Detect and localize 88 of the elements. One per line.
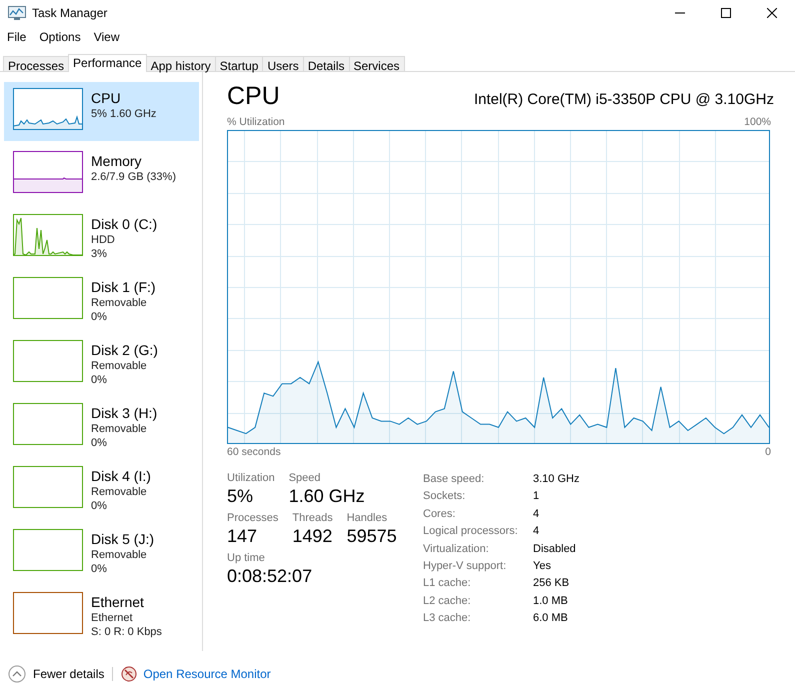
panel-title: CPU: [227, 82, 280, 111]
device-info: 5% 1.60 GHz: [91, 107, 156, 121]
sidebar-item[interactable]: Disk 1 (F:) Removable 0%: [4, 271, 199, 330]
spec-value: 256 KB: [533, 576, 570, 592]
spec-value: 3.10 GHz: [533, 472, 580, 487]
spec-label: L2 cache:: [423, 594, 472, 609]
tab[interactable]: App history: [146, 56, 216, 71]
spec-label: L1 cache:: [423, 576, 472, 592]
axis-label: % Utilization: [227, 116, 285, 128]
stat-value: 5%: [227, 485, 254, 508]
spec-label: Sockets:: [423, 489, 466, 504]
device-name: Disk 4 (I:): [91, 468, 151, 485]
device-info: Removable: [91, 359, 148, 373]
tab[interactable]: Performance: [68, 54, 147, 72]
menu-item[interactable]: Options: [38, 30, 82, 44]
menu-item[interactable]: View: [92, 30, 120, 44]
axis-label: 60 seconds: [227, 446, 281, 458]
sidebar-item[interactable]: Disk 5 (J:) Removable 0%: [4, 523, 199, 582]
spec-value: 6.0 MB: [533, 611, 569, 626]
menu-item[interactable]: File: [6, 30, 28, 44]
spec-label: Hyper-V support:: [423, 559, 508, 574]
task-manager-icon: [8, 6, 26, 20]
sidebar-item[interactable]: Disk 4 (I:) Removable 0%: [4, 460, 199, 519]
tab[interactable]: Startup: [214, 56, 264, 71]
device-info: HDD: [91, 233, 116, 247]
device-info: Ethernet: [91, 611, 134, 625]
device-info: 0%: [91, 373, 108, 387]
axis-tick-label: 100%: [744, 116, 771, 128]
stat-label: Utilization: [227, 472, 275, 484]
device-info: Removable: [91, 485, 148, 499]
stat-value: 147: [227, 525, 258, 548]
device-name: Ethernet: [91, 594, 145, 611]
stat-value: 59575: [346, 525, 397, 548]
device-info: S: 0 R: 0 Kbps: [91, 625, 162, 639]
sidebar-item[interactable]: CPU 5% 1.60 GHz: [4, 82, 199, 141]
device-info: 3%: [91, 247, 108, 261]
spec-value: 4: [533, 506, 540, 522]
tab[interactable]: Details: [302, 56, 350, 71]
spec-value: 1: [533, 489, 540, 504]
device-info: Removable: [91, 548, 148, 562]
sidebar-item[interactable]: Disk 3 (H:) Removable 0%: [4, 397, 199, 456]
tab[interactable]: Services: [348, 56, 405, 71]
maximize-icon: [721, 8, 731, 18]
spec-label: Virtualization:: [423, 542, 490, 557]
stat-label: Up time: [227, 552, 266, 564]
stat-label: Handles: [346, 512, 388, 524]
device-name: Disk 5 (J:): [91, 531, 154, 548]
spec-label: Cores:: [423, 506, 456, 522]
sidebar-item[interactable]: Disk 2 (G:) Removable 0%: [4, 334, 199, 393]
device-info: 0%: [91, 436, 108, 450]
stat-value: 1.60 GHz: [288, 485, 365, 508]
device-info: 0%: [91, 310, 108, 324]
device-name: Disk 0 (C:): [91, 216, 158, 233]
device-info: Removable: [91, 422, 148, 436]
device-info: 0%: [91, 499, 108, 513]
tab[interactable]: Processes: [3, 56, 70, 71]
device-name: Disk 3 (H:): [91, 405, 158, 422]
spec-value: 4: [533, 524, 540, 540]
device-name: Disk 2 (G:): [91, 342, 158, 359]
sidebar-item[interactable]: Disk 0 (C:) HDD 3%: [4, 208, 199, 267]
window-title: Task Manager: [32, 6, 108, 20]
device-name: Memory: [91, 153, 143, 170]
resource-monitor-icon: [121, 666, 138, 682]
sidebar-item[interactable]: Memory 2.6/7.9 GB (33%): [4, 145, 199, 204]
open-resource-monitor-link[interactable]: Open Resource Monitor: [143, 667, 271, 681]
close-icon: [767, 8, 777, 18]
fewer-details-button[interactable]: Fewer details: [8, 665, 104, 683]
spec-value: Disabled: [533, 542, 577, 557]
axis-tick-label: 0: [765, 446, 771, 458]
device-name: Disk 1 (F:): [91, 279, 156, 296]
spec-label: Base speed:: [423, 472, 486, 487]
stat-label: Processes: [227, 512, 278, 524]
device-info: 2.6/7.9 GB (33%): [91, 170, 176, 184]
stat-value: 0:08:52:07: [227, 565, 312, 588]
sidebar-item[interactable]: Ethernet Ethernet S: 0 R: 0 Kbps: [4, 586, 199, 645]
spec-value: Yes: [533, 559, 552, 574]
device-info: 0%: [91, 562, 108, 576]
stat-label: Speed: [288, 472, 322, 484]
tab[interactable]: Users: [262, 56, 304, 71]
spec-label: Logical processors:: [423, 524, 519, 540]
device-name: CPU: [91, 90, 122, 107]
chevron-up-icon: [8, 665, 26, 683]
device-info: Removable: [91, 296, 148, 310]
processor-model: Intel(R) Core(TM) i5-3350P CPU @ 3.10GHz: [474, 91, 774, 108]
stat-label: Threads: [292, 512, 333, 524]
spec-label: L3 cache:: [423, 611, 472, 626]
spec-value: 1.0 MB: [533, 594, 569, 609]
stat-value: 1492: [292, 525, 333, 548]
